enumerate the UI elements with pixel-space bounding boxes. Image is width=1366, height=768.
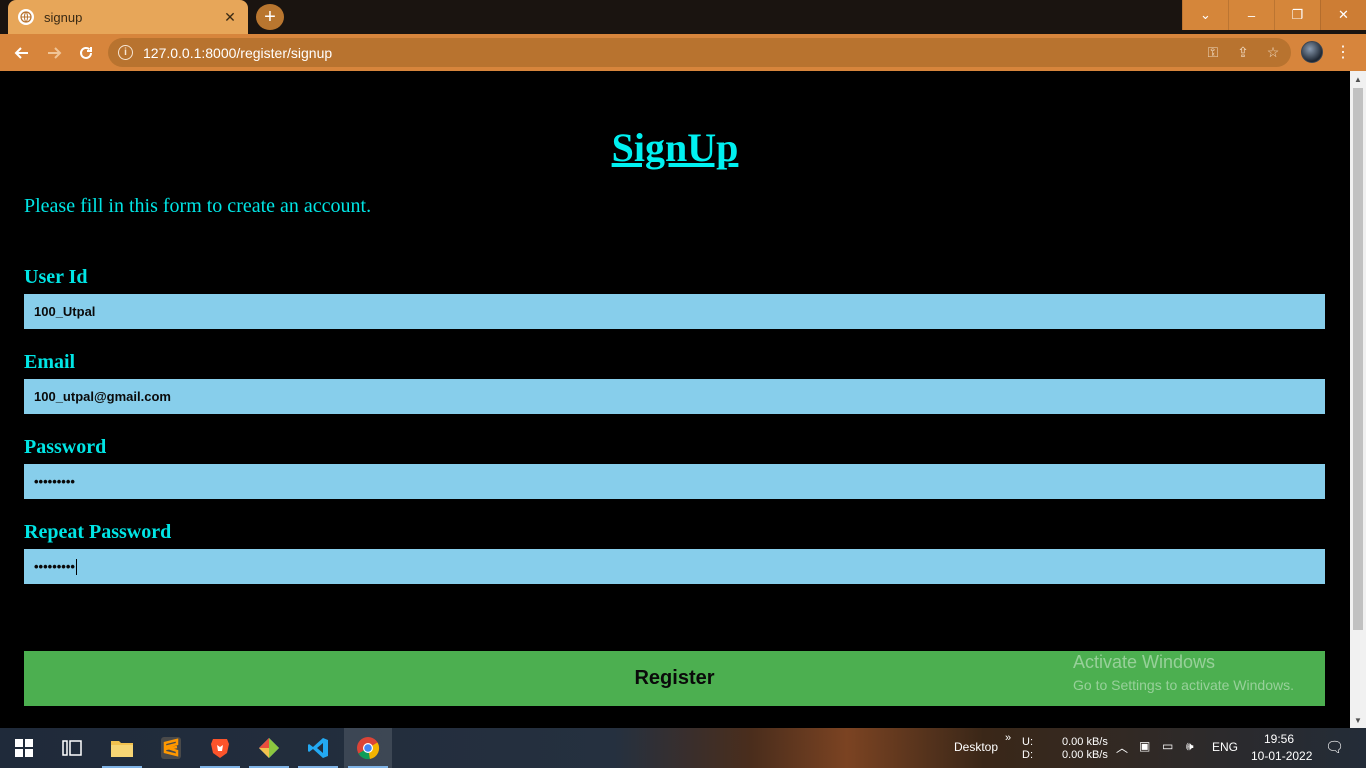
back-button[interactable] xyxy=(10,41,34,65)
windows-logo-icon xyxy=(15,739,33,757)
menu-kebab-icon[interactable]: ⋮ xyxy=(1335,42,1351,62)
browser-tab-strip: signup ✕ + ⌄ – ❐ ✕ xyxy=(0,0,1366,34)
tab-search-button[interactable]: ⌄ xyxy=(1182,0,1228,30)
password-label: Password xyxy=(24,436,107,458)
vscode-button[interactable] xyxy=(294,728,342,768)
minimize-button[interactable]: – xyxy=(1228,0,1274,30)
repeat-password-value: ••••••••• xyxy=(34,559,75,574)
page-viewport: SignUp Please fill in this form to creat… xyxy=(0,71,1350,728)
toolbar-chevron-icon[interactable]: » xyxy=(1005,732,1011,744)
net-download-speed: 0.00 kB/s xyxy=(1062,749,1108,761)
activate-windows-watermark: Activate Windows Go to Settings to activ… xyxy=(1073,652,1294,693)
share-icon[interactable]: ⇪ xyxy=(1235,44,1251,61)
user-id-label: User Id xyxy=(24,266,88,288)
page-scrollbar[interactable]: ▲ ▼ xyxy=(1350,71,1366,728)
folder-icon xyxy=(111,741,133,757)
brave-browser-button[interactable] xyxy=(196,728,244,768)
language-indicator[interactable]: ENG xyxy=(1212,740,1238,754)
battery-icon[interactable]: ▭ xyxy=(1162,739,1173,753)
key-icon[interactable]: ⚿ xyxy=(1205,44,1221,61)
reload-icon xyxy=(80,46,92,59)
bookmark-star-icon[interactable]: ☆ xyxy=(1265,44,1281,61)
tab-title: signup xyxy=(44,9,83,25)
new-tab-button[interactable]: + xyxy=(256,4,284,30)
arrow-right-icon xyxy=(48,47,62,59)
git-tool-button[interactable] xyxy=(245,728,293,768)
forward-button[interactable] xyxy=(42,41,66,65)
net-upload-label: U: xyxy=(1022,736,1033,748)
file-explorer-button[interactable] xyxy=(98,728,146,768)
tab-close-icon[interactable]: ✕ xyxy=(222,9,238,26)
page-title: SignUp xyxy=(611,125,739,170)
user-id-input[interactable]: 100_Utpal xyxy=(24,294,1325,329)
scroll-up-icon[interactable]: ▲ xyxy=(1350,71,1366,87)
watermark-title: Activate Windows xyxy=(1073,652,1216,672)
sublime-text-button[interactable] xyxy=(147,728,195,768)
url-text[interactable]: 127.0.0.1:8000/register/signup xyxy=(143,45,1191,61)
repeat-password-input[interactable]: ••••••••• xyxy=(24,549,1325,584)
password-value: ••••••••• xyxy=(34,474,75,489)
restore-button[interactable]: ❐ xyxy=(1274,0,1320,30)
email-label: Email xyxy=(24,351,76,373)
window-controls: ⌄ – ❐ ✕ xyxy=(1182,0,1366,30)
user-id-value: 100_Utpal xyxy=(34,304,96,319)
address-bar[interactable]: i 127.0.0.1:8000/register/signup ⚿ ⇪ ☆ xyxy=(108,38,1291,67)
sublime-text-icon xyxy=(161,737,181,759)
git-diamond-icon xyxy=(259,738,279,758)
watermark-subtitle: Go to Settings to activate Windows. xyxy=(1073,677,1294,693)
close-window-button[interactable]: ✕ xyxy=(1320,0,1366,30)
security-center-icon[interactable]: ▣ xyxy=(1139,739,1150,753)
email-value: 100_utpal@gmail.com xyxy=(34,389,171,404)
profile-avatar[interactable] xyxy=(1301,41,1323,63)
scrollbar-thumb[interactable] xyxy=(1353,88,1363,630)
chrome-icon xyxy=(357,737,380,760)
clock-time[interactable]: 19:56 xyxy=(1264,732,1294,746)
brave-lion-icon xyxy=(211,739,229,758)
show-hidden-icons-chevron-icon[interactable]: ︿ xyxy=(1116,739,1128,756)
volume-icon[interactable]: 🕪 xyxy=(1186,739,1194,754)
windows-taskbar: Desktop » U: D: 0.00 kB/s 0.00 kB/s ︿ ▣ … xyxy=(0,728,1366,768)
start-button[interactable] xyxy=(0,728,48,768)
clock-date[interactable]: 10-01-2022 xyxy=(1251,749,1312,763)
net-upload-speed: 0.00 kB/s xyxy=(1062,736,1108,748)
task-view-icon xyxy=(62,740,82,756)
desktop-toolbar-label[interactable]: Desktop xyxy=(954,740,998,754)
arrow-left-icon xyxy=(14,47,28,59)
notification-center-icon[interactable]: 🗨 xyxy=(1325,738,1344,756)
task-view-button[interactable] xyxy=(48,728,96,768)
scroll-down-icon[interactable]: ▼ xyxy=(1350,712,1366,728)
form-intro: Please fill in this form to create an ac… xyxy=(24,195,372,217)
browser-tab[interactable]: signup ✕ xyxy=(8,0,248,34)
info-icon[interactable]: i xyxy=(118,45,133,60)
email-input[interactable]: 100_utpal@gmail.com xyxy=(24,379,1325,414)
repeat-password-label: Repeat Password xyxy=(24,521,172,543)
reload-button[interactable] xyxy=(74,41,98,65)
text-caret xyxy=(75,558,77,575)
net-download-label: D: xyxy=(1022,749,1033,761)
globe-icon xyxy=(18,9,34,25)
vscode-icon xyxy=(308,738,328,758)
browser-toolbar: i 127.0.0.1:8000/register/signup ⚿ ⇪ ☆ ⋮ xyxy=(0,34,1366,71)
chrome-button[interactable] xyxy=(344,728,392,768)
password-input[interactable]: ••••••••• xyxy=(24,464,1325,499)
